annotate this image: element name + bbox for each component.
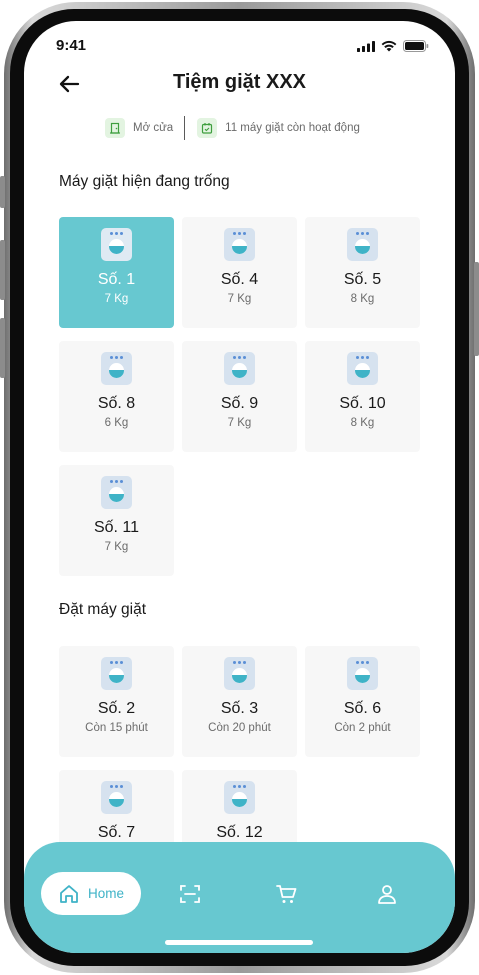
machine-name: Số. 5 bbox=[343, 271, 382, 288]
nav-home-label: Home bbox=[87, 886, 124, 901]
washing-machine-icon bbox=[101, 476, 132, 509]
washing-machine-icon bbox=[101, 781, 132, 814]
volume-down-button bbox=[0, 318, 5, 378]
door-icon bbox=[105, 118, 125, 138]
machine-capacity: 8 Kg bbox=[350, 417, 375, 429]
scan-icon[interactable] bbox=[178, 882, 202, 906]
nav-home-button[interactable]: Home bbox=[41, 872, 141, 915]
machine-capacity: 6 Kg bbox=[104, 417, 129, 429]
machine-capacity: 7 Kg bbox=[104, 293, 129, 305]
available-section-title: Máy giặt hiện đang trống bbox=[59, 173, 230, 190]
available-machines-grid: Số. 1 7 Kg Số. 4 7 Kg Số. 5 8 Kg Số. 8 6… bbox=[59, 217, 420, 576]
bottom-nav: Home bbox=[24, 842, 455, 953]
booking-card[interactable]: Số. 3 Còn 20 phút bbox=[182, 646, 297, 757]
washing-machine-icon bbox=[224, 352, 255, 385]
mute-switch bbox=[0, 176, 5, 208]
status-icons bbox=[357, 40, 429, 52]
booking-section-title: Đặt máy giặt bbox=[59, 601, 147, 618]
user-icon[interactable] bbox=[375, 882, 399, 906]
machine-card[interactable]: Số. 9 7 Kg bbox=[182, 341, 297, 452]
volume-up-button bbox=[0, 240, 5, 300]
open-status: Mở cửa bbox=[105, 118, 173, 138]
machine-capacity: 8 Kg bbox=[350, 293, 375, 305]
washing-machine-icon bbox=[101, 657, 132, 690]
remaining-time: Còn 20 phút bbox=[208, 722, 271, 734]
washing-machine-icon bbox=[224, 657, 255, 690]
washing-machine-icon bbox=[347, 228, 378, 261]
booking-card[interactable]: Số. 6 Còn 2 phút bbox=[305, 646, 420, 757]
info-divider bbox=[184, 116, 186, 140]
active-machines: 11 máy giặt còn hoạt động bbox=[197, 118, 360, 138]
booking-card[interactable]: Số. 2 Còn 15 phút bbox=[59, 646, 174, 757]
active-machines-label: 11 máy giặt còn hoạt động bbox=[225, 122, 360, 134]
machine-card[interactable]: Số. 5 8 Kg bbox=[305, 217, 420, 328]
calendar-check-icon bbox=[197, 118, 218, 138]
machine-name: Số. 11 bbox=[93, 519, 140, 536]
washing-machine-icon bbox=[101, 228, 132, 261]
power-button bbox=[474, 262, 479, 356]
machine-name: Số. 12 bbox=[216, 824, 263, 841]
remaining-time: Còn 2 phút bbox=[334, 722, 391, 734]
machine-name: Số. 4 bbox=[220, 271, 259, 288]
home-indicator bbox=[165, 940, 313, 945]
machine-name: Số. 7 bbox=[97, 824, 136, 841]
washing-machine-icon bbox=[224, 228, 255, 261]
machine-name: Số. 9 bbox=[220, 395, 259, 412]
remaining-time: Còn 15 phút bbox=[85, 722, 148, 734]
page-title: Tiệm giặt XXX bbox=[172, 71, 306, 93]
washing-machine-icon bbox=[224, 781, 255, 814]
washing-machine-icon bbox=[347, 657, 378, 690]
machine-name: Số. 8 bbox=[97, 395, 136, 412]
open-status-label: Mở cửa bbox=[133, 122, 174, 134]
machine-card[interactable]: Số. 1 7 Kg bbox=[59, 217, 174, 328]
washing-machine-icon bbox=[347, 352, 378, 385]
machine-card[interactable]: Số. 11 7 Kg bbox=[59, 465, 174, 576]
machine-capacity: 7 Kg bbox=[227, 417, 252, 429]
machine-card[interactable]: Số. 8 6 Kg bbox=[59, 341, 174, 452]
machine-capacity: 7 Kg bbox=[104, 541, 129, 553]
status-bar: 9:41 bbox=[24, 21, 455, 67]
home-icon bbox=[60, 884, 78, 903]
machine-card[interactable]: Số. 10 8 Kg bbox=[305, 341, 420, 452]
cart-icon[interactable] bbox=[275, 882, 299, 906]
washing-machine-icon bbox=[101, 352, 132, 385]
machine-name: Số. 3 bbox=[220, 700, 259, 717]
signal-icon bbox=[357, 40, 375, 52]
machine-name: Số. 2 bbox=[97, 700, 136, 717]
app-screen: 9:41 Tiệm giặt XXX Mở cửa 11 máy giặt cò… bbox=[24, 21, 455, 953]
shop-info-row: Mở cửa 11 máy giặt còn hoạt động bbox=[105, 116, 360, 140]
wifi-icon bbox=[381, 40, 397, 52]
machine-card[interactable]: Số. 4 7 Kg bbox=[182, 217, 297, 328]
machine-capacity: 7 Kg bbox=[227, 293, 252, 305]
machine-name: Số. 1 bbox=[97, 271, 136, 288]
machine-name: Số. 10 bbox=[339, 395, 386, 412]
status-time: 9:41 bbox=[56, 37, 87, 54]
battery-icon bbox=[403, 40, 429, 52]
machine-name: Số. 6 bbox=[343, 700, 382, 717]
